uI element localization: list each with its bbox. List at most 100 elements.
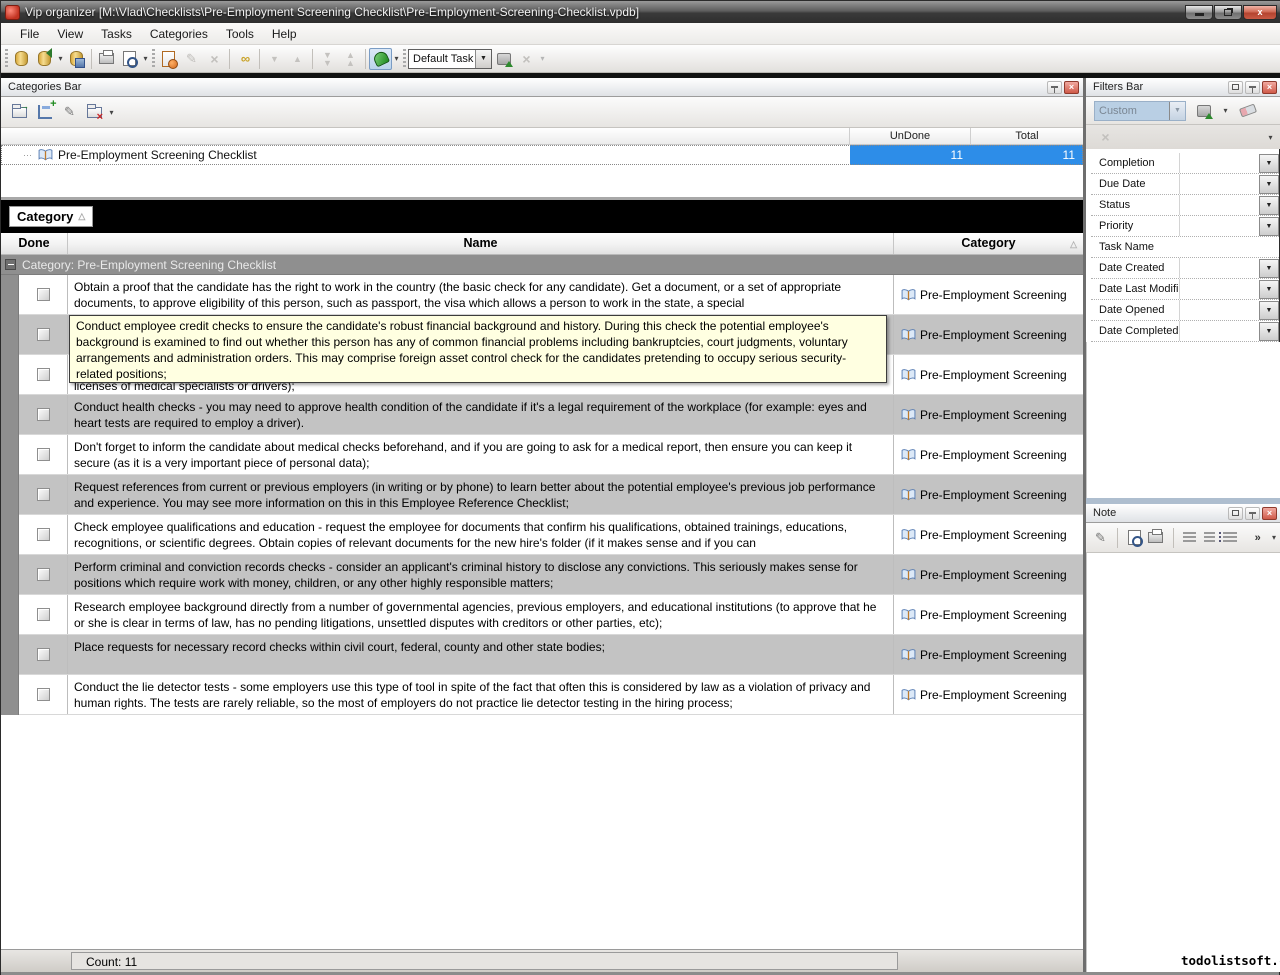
filter-dropdown-button[interactable]	[1259, 259, 1279, 278]
note-preview-button[interactable]	[1128, 528, 1141, 548]
note-print-button[interactable]	[1148, 528, 1163, 548]
category-tree-item[interactable]: ⋯ Pre-Employment Screening Checklist 11 …	[1, 145, 1083, 165]
new-subcategory-button[interactable]	[32, 100, 57, 124]
task-row[interactable]: Obtain a proof that the candidate has th…	[19, 275, 1083, 315]
filters-overflow-icon[interactable]	[1266, 133, 1275, 142]
bullet-list-button[interactable]	[1223, 528, 1237, 548]
search-button[interactable]	[233, 48, 256, 70]
menu-tools[interactable]: Tools	[217, 24, 263, 44]
filters-close-button[interactable]	[1262, 81, 1277, 94]
edit-category-button[interactable]	[57, 100, 82, 124]
note-toolbar-more-button[interactable]	[1251, 528, 1264, 548]
filter-dropdown-button[interactable]	[1259, 322, 1279, 341]
menu-tasks[interactable]: Tasks	[92, 24, 141, 44]
new-database-button[interactable]	[10, 48, 33, 70]
filter-value-cell[interactable]	[1179, 258, 1258, 278]
categories-toolbar-overflow-icon[interactable]	[107, 108, 116, 117]
task-row[interactable]: Conduct health checks - you may need to …	[19, 395, 1083, 435]
open-database-button[interactable]	[33, 48, 56, 70]
category-book-icon	[901, 609, 916, 621]
filter-value-cell[interactable]	[1179, 300, 1258, 320]
delete-category-button[interactable]	[82, 100, 107, 124]
task-type-combobox[interactable]: Default Task	[408, 49, 492, 69]
edit-note-button[interactable]	[1094, 528, 1107, 548]
restore-button[interactable]	[1214, 5, 1242, 20]
filter-value-cell[interactable]	[1179, 321, 1258, 341]
categories-pin-button[interactable]	[1047, 81, 1062, 94]
close-button[interactable]: x	[1243, 5, 1277, 20]
filters-pin-button[interactable]	[1245, 81, 1260, 94]
task-row[interactable]: Request references from current or previ…	[19, 475, 1083, 515]
view-mode-button[interactable]	[369, 48, 392, 70]
task-checkbox[interactable]	[37, 368, 50, 381]
filters-restore-button[interactable]	[1228, 81, 1243, 94]
category-group-row[interactable]: Category: Pre-Employment Screening Check…	[1, 255, 1083, 275]
filter-dropdown-button[interactable]	[1259, 301, 1279, 320]
grid-empty-area	[1, 715, 1083, 949]
print-dropdown-icon[interactable]	[141, 54, 150, 63]
print-preview-button[interactable]	[118, 48, 141, 70]
task-checkbox[interactable]	[37, 648, 50, 661]
undone-column-header[interactable]: UnDone	[850, 128, 971, 144]
total-column-header[interactable]: Total	[971, 128, 1083, 144]
task-checkbox[interactable]	[37, 568, 50, 581]
note-toolbar-dropdown-icon[interactable]	[1271, 533, 1277, 542]
collapse-group-icon[interactable]	[5, 259, 16, 270]
task-row[interactable]: Don't forget to inform the candidate abo…	[19, 435, 1083, 475]
note-pin-button[interactable]	[1245, 507, 1260, 520]
view-mode-dropdown-icon[interactable]	[392, 54, 401, 63]
task-row[interactable]: Check employee qualifications and educat…	[19, 515, 1083, 555]
filter-dropdown-button[interactable]	[1259, 280, 1279, 299]
menu-view[interactable]: View	[48, 24, 92, 44]
print-button[interactable]	[95, 48, 118, 70]
align-right-button[interactable]	[1203, 528, 1216, 548]
toolbar-overflow-icon[interactable]	[538, 54, 547, 63]
filter-value-cell[interactable]	[1179, 216, 1258, 236]
task-row[interactable]: Place requests for necessary record chec…	[19, 635, 1083, 675]
filter-value-cell[interactable]	[1179, 195, 1258, 215]
clear-filter-button[interactable]	[1236, 100, 1259, 122]
save-filter-dropdown-icon[interactable]	[1221, 106, 1230, 115]
task-checkbox[interactable]	[37, 408, 50, 421]
filter-value-cell[interactable]	[1179, 174, 1258, 194]
apply-task-type-button[interactable]	[492, 48, 515, 70]
task-checkbox[interactable]	[37, 448, 50, 461]
task-type-dropdown-icon[interactable]	[475, 50, 491, 68]
filter-dropdown-button[interactable]	[1259, 217, 1279, 236]
menu-help[interactable]: Help	[263, 24, 306, 44]
name-column-header[interactable]: Name	[68, 233, 894, 254]
task-row[interactable]: Conduct the lie detector tests - some em…	[19, 675, 1083, 715]
filter-value-cell[interactable]	[1179, 153, 1258, 173]
filter-dropdown-button[interactable]	[1259, 196, 1279, 215]
task-checkbox[interactable]	[37, 288, 50, 301]
filter-value-cell[interactable]	[1179, 279, 1258, 299]
task-row[interactable]: Perform criminal and conviction records …	[19, 555, 1083, 595]
task-checkbox[interactable]	[37, 688, 50, 701]
new-category-button[interactable]	[7, 100, 32, 124]
note-restore-button[interactable]	[1228, 507, 1243, 520]
open-database-dropdown-icon[interactable]	[56, 54, 65, 63]
menu-categories[interactable]: Categories	[141, 24, 217, 44]
new-task-button[interactable]	[157, 48, 180, 70]
save-filter-button[interactable]	[1192, 100, 1215, 122]
save-database-button[interactable]	[65, 48, 88, 70]
group-by-category-button[interactable]: Category	[9, 206, 93, 227]
filter-value-cell[interactable]	[1179, 237, 1279, 257]
minimize-button[interactable]	[1185, 5, 1213, 20]
align-left-button[interactable]	[1183, 528, 1196, 548]
category-column-header[interactable]: Category	[894, 233, 1083, 254]
menu-file[interactable]: File	[11, 24, 48, 44]
task-checkbox[interactable]	[37, 488, 50, 501]
note-close-button[interactable]	[1262, 507, 1277, 520]
task-checkbox[interactable]	[37, 528, 50, 541]
filter-dropdown-button[interactable]	[1259, 154, 1279, 173]
done-column-header[interactable]: Done	[1, 233, 68, 254]
categories-close-button[interactable]	[1064, 81, 1079, 94]
category-cell-label: Pre-Employment Screening	[920, 488, 1067, 502]
categories-name-column-header[interactable]	[1, 128, 850, 144]
task-checkbox[interactable]	[37, 608, 50, 621]
task-checkbox[interactable]	[37, 328, 50, 341]
note-content-area[interactable]	[1086, 553, 1280, 972]
task-row[interactable]: Research employee background directly fr…	[19, 595, 1083, 635]
filter-dropdown-button[interactable]	[1259, 175, 1279, 194]
